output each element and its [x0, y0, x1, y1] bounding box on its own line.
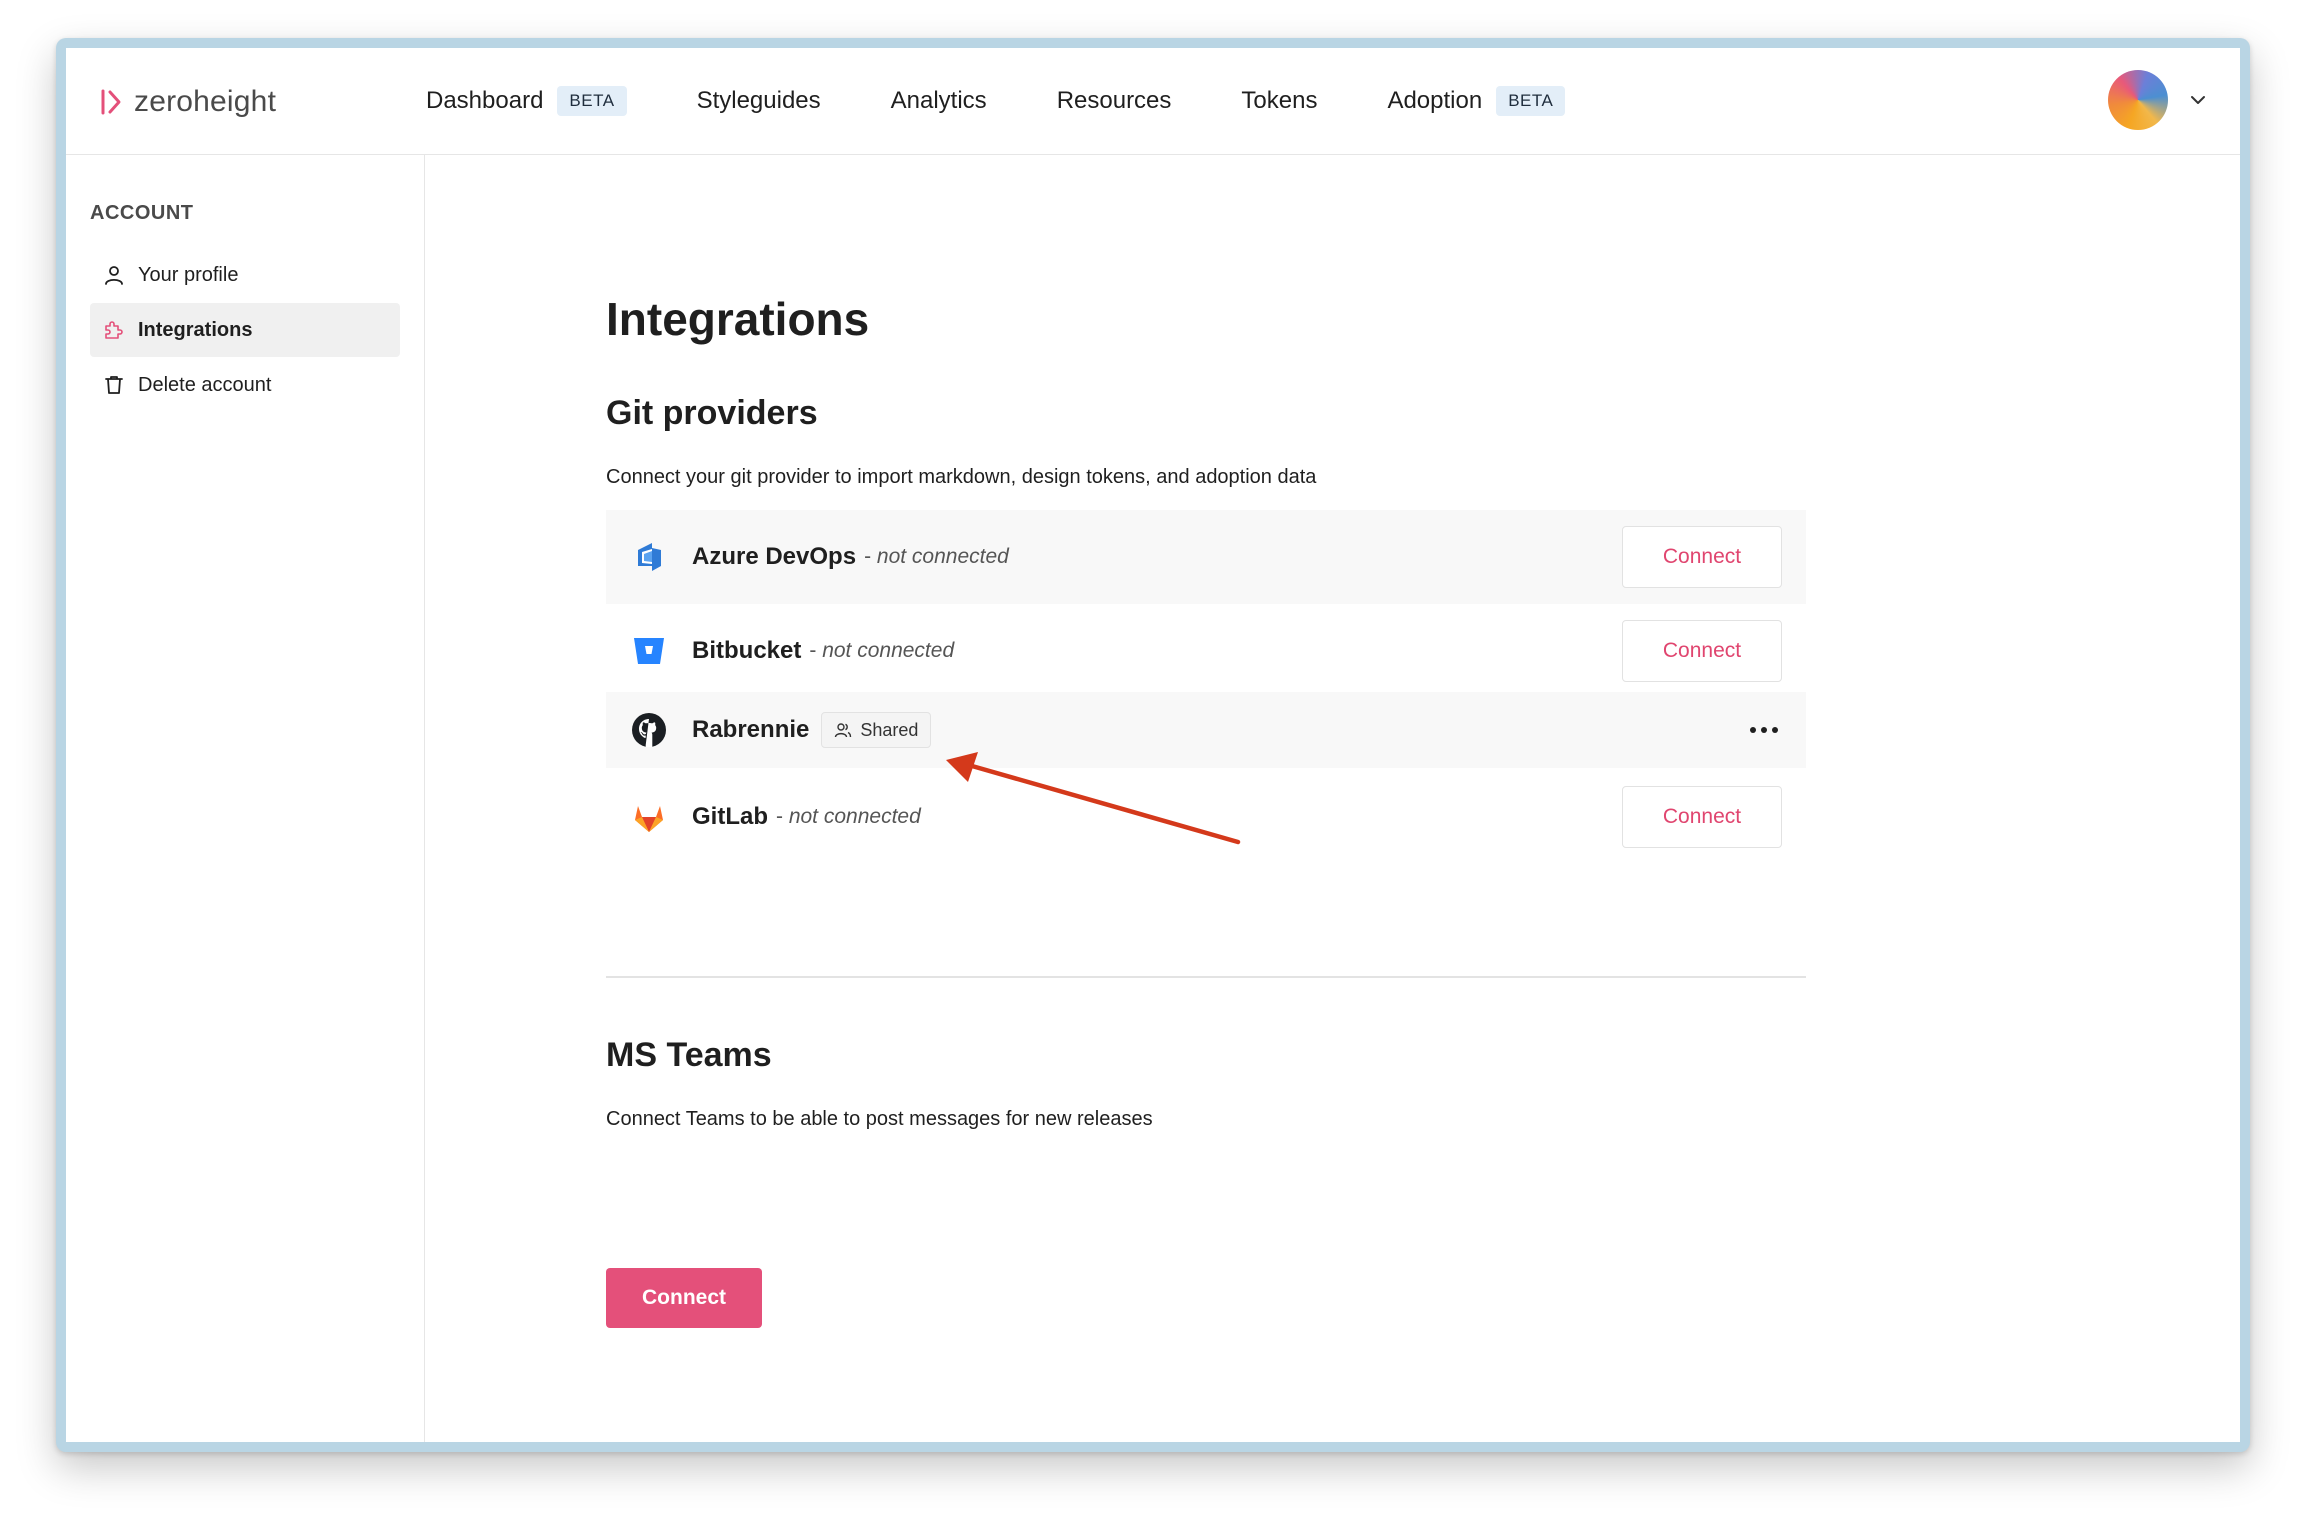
azure-devops-icon [638, 543, 661, 571]
sidebar-item-your-profile[interactable]: Your profile [90, 248, 400, 302]
provider-row-github: Rabrennie Shared [606, 692, 1806, 768]
ms-teams-description: Connect Teams to be able to post message… [606, 1108, 1153, 1130]
trash-icon [105, 376, 123, 394]
shared-badge-label: Shared [860, 719, 919, 740]
connect-azure-devops-button[interactable]: Connect [1622, 526, 1782, 588]
provider-status-separator: - [864, 545, 877, 568]
nav-resources[interactable]: Resources [1057, 87, 1172, 115]
provider-name: Bitbucket [692, 637, 802, 664]
page-title: Integrations [606, 293, 870, 345]
connect-gitlab-button[interactable]: Connect [1622, 786, 1782, 848]
provider-status-separator: - [809, 639, 823, 662]
provider-status-separator: - [776, 805, 789, 828]
sidebar-item-integrations[interactable]: Integrations [90, 303, 400, 357]
chevron-down-icon[interactable] [2186, 88, 2210, 112]
nav-styleguides[interactable]: Styleguides [697, 87, 821, 115]
connect-ms-teams-button[interactable]: Connect [606, 1268, 762, 1328]
git-providers-heading: Git providers [606, 394, 818, 432]
section-divider [606, 976, 1806, 978]
provider-status: - not connected [776, 805, 921, 829]
shared-badge: Shared [821, 712, 932, 748]
beta-badge: BETA [557, 86, 627, 116]
provider-status-text: not connected [876, 545, 1009, 568]
provider-row-gitlab: GitLab - not connected Connect [606, 770, 1806, 864]
github-icon [632, 713, 666, 747]
nav-tokens-label: Tokens [1241, 87, 1318, 114]
nav-dashboard[interactable]: Dashboard BETA [426, 86, 627, 116]
gitlab-icon [635, 806, 663, 832]
sidebar-item-delete-account[interactable]: Delete account [90, 358, 400, 412]
avatar[interactable] [2108, 70, 2168, 130]
provider-name: Rabrennie [692, 716, 810, 743]
provider-name: GitLab [692, 803, 768, 830]
provider-status: - not connected [864, 545, 1009, 569]
sidebar-heading: ACCOUNT [90, 202, 194, 224]
zeroheight-logo-icon [101, 89, 121, 115]
provider-row-bitbucket: Bitbucket - not connected Connect [606, 604, 1806, 698]
git-providers-description: Connect your git provider to import mark… [606, 466, 1317, 488]
nav-dashboard-label: Dashboard [426, 87, 544, 114]
main-content: Integrations Git providers Connect your … [424, 154, 2240, 1442]
ms-teams-heading: MS Teams [606, 1036, 772, 1074]
main-nav: Dashboard BETA Styleguides Analytics Res… [426, 48, 1635, 154]
app-window: zeroheight Dashboard BETA Styleguides An… [66, 48, 2240, 1442]
provider-status-text: not connected [822, 639, 955, 662]
provider-status: - not connected [809, 639, 954, 663]
sidebar: ACCOUNT Your profile Integrations Delete… [66, 154, 425, 1442]
provider-status-text: not connected [788, 805, 921, 828]
sidebar-item-label: Your profile [138, 263, 239, 286]
nav-analytics[interactable]: Analytics [891, 87, 987, 115]
sidebar-item-label: Delete account [138, 373, 272, 396]
user-icon [105, 266, 123, 285]
bitbucket-icon [634, 638, 664, 664]
more-options-icon[interactable] [1746, 720, 1782, 740]
provider-row-azure-devops: Azure DevOps - not connected Connect [606, 510, 1806, 604]
puzzle-icon [105, 321, 123, 339]
provider-name: Azure DevOps [692, 543, 857, 570]
nav-adoption-label: Adoption [1387, 87, 1483, 114]
nav-analytics-label: Analytics [890, 87, 987, 114]
beta-badge: BETA [1496, 86, 1566, 116]
logo-text: zeroheight [134, 85, 277, 118]
logo[interactable]: zeroheight [100, 82, 276, 122]
nav-styleguides-label: Styleguides [696, 87, 821, 114]
connect-bitbucket-button[interactable]: Connect [1622, 620, 1782, 682]
nav-resources-label: Resources [1056, 87, 1172, 114]
nav-adoption[interactable]: Adoption BETA [1387, 86, 1566, 116]
users-icon [835, 723, 852, 738]
nav-tokens[interactable]: Tokens [1241, 87, 1317, 115]
top-navigation-bar: zeroheight Dashboard BETA Styleguides An… [66, 48, 2240, 155]
sidebar-item-label: Integrations [138, 318, 253, 341]
